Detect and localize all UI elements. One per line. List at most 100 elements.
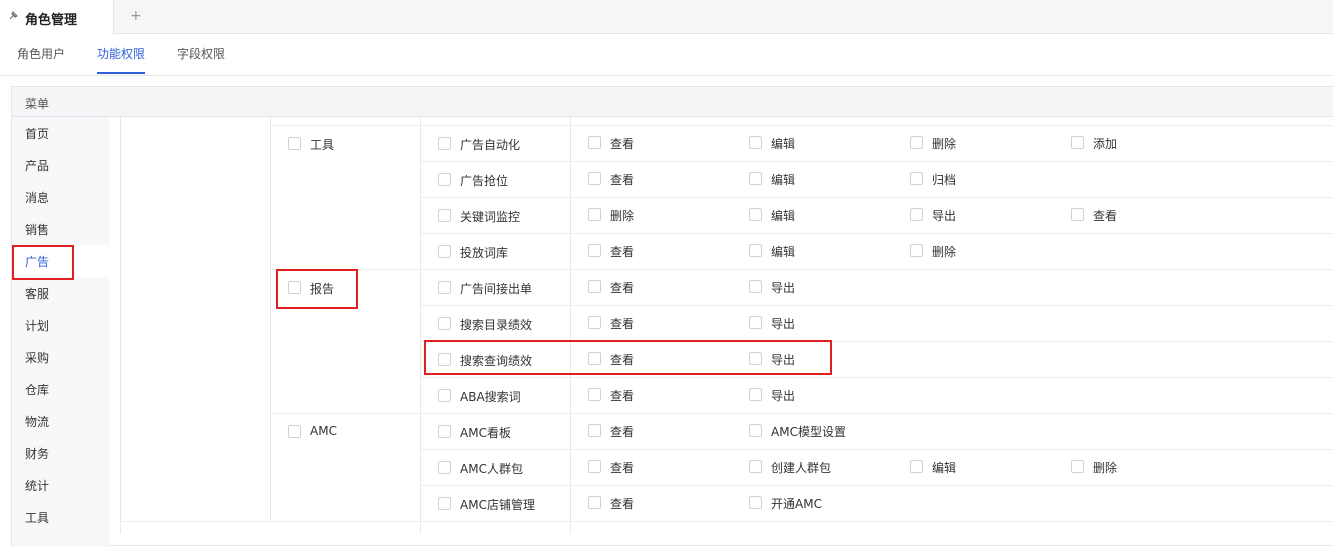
active-tab-underline [97,72,145,74]
permission-checkbox[interactable] [749,388,762,401]
row-divider [420,449,1333,450]
row-divider [270,269,1333,270]
page-label: AMC人群包 [460,462,523,476]
menu-item-label: 统计 [25,479,50,493]
page-checkbox[interactable] [438,173,451,186]
highlight-box [276,269,358,309]
row-divider [420,305,1333,306]
permission-checkbox[interactable] [588,460,601,473]
tab-field-permissions[interactable]: 字段权限 [177,45,225,62]
add-tab-button[interactable]: + [130,8,142,24]
permission-checkbox[interactable] [749,316,762,329]
permission-checkbox[interactable] [588,208,601,221]
permission-label: 查看 [610,425,635,439]
menu-item-label: 物流 [25,415,50,429]
tab-role-users[interactable]: 角色用户 [17,45,65,62]
menu-item-label: 计划 [25,319,50,333]
page-checkbox[interactable] [438,281,451,294]
menu-item[interactable]: 工具 [12,501,110,533]
group-checkbox[interactable] [288,137,301,150]
menu-item-label: 仓库 [25,383,50,397]
page-checkbox[interactable] [438,497,451,510]
page-checkbox[interactable] [438,425,451,438]
permission-checkbox[interactable] [749,496,762,509]
permission-checkbox[interactable] [749,208,762,221]
permission-checkbox[interactable] [588,388,601,401]
menu-item-label: 采购 [25,351,50,365]
page-checkbox[interactable] [438,209,451,222]
permission-checkbox[interactable] [910,460,923,473]
page-checkbox[interactable] [438,317,451,330]
group-label: AMC [310,424,337,438]
menu-list: 首页 产品 消息 销售 广告 客服 计划 采购 仓库 物流 财务 统计 工具 [12,117,110,547]
tab-role-management[interactable]: 角色管理 [0,0,114,34]
menu-item[interactable]: 财务 [12,437,110,469]
permission-checkbox[interactable] [910,208,923,221]
page-label: AMC看板 [460,426,511,440]
permission-label: 查看 [1093,209,1118,223]
permission-label: 查看 [610,173,635,187]
page-checkbox[interactable] [438,389,451,402]
grid-divider [420,117,421,534]
permission-label: 导出 [771,317,796,331]
menu-item-label: 工具 [25,511,50,525]
row-divider [270,413,1333,414]
row-divider [120,521,1333,522]
menu-item-label: 客服 [25,287,50,301]
permission-checkbox[interactable] [749,136,762,149]
sub-tabs: 角色用户 功能权限 字段权限 [0,34,1333,76]
menu-item[interactable]: 物流 [12,405,110,437]
menu-item[interactable]: 采购 [12,341,110,373]
page-checkbox[interactable] [438,461,451,474]
permission-checkbox[interactable] [588,424,601,437]
permission-label: 开通AMC [771,497,822,511]
page-label: ABA搜索词 [460,390,521,404]
tab-bar: 角色管理 + [0,0,1333,34]
permission-label: 创建人群包 [771,461,832,475]
permission-label: 查看 [610,137,635,151]
page-label: 广告自动化 [460,138,521,152]
group-checkbox[interactable] [288,425,301,438]
row-divider [420,485,1333,486]
permission-checkbox[interactable] [749,244,762,257]
permission-checkbox[interactable] [749,460,762,473]
permission-checkbox[interactable] [588,316,601,329]
permission-checkbox[interactable] [910,172,923,185]
permission-checkbox[interactable] [588,244,601,257]
row-divider [420,233,1333,234]
permission-checkbox[interactable] [588,136,601,149]
menu-item[interactable]: 仓库 [12,373,110,405]
row-divider [420,377,1333,378]
permission-checkbox[interactable] [588,496,601,509]
permission-checkbox[interactable] [1071,208,1084,221]
menu-item[interactable]: 客服 [12,277,110,309]
grid-divider [570,117,571,534]
permission-checkbox[interactable] [1071,136,1084,149]
page-checkbox[interactable] [438,137,451,150]
menu-item[interactable]: 统计 [12,469,110,501]
menu-item[interactable]: 产品 [12,149,110,181]
grid-divider [270,125,1333,126]
permission-label: 编辑 [771,173,796,187]
permission-checkbox[interactable] [749,424,762,437]
permission-checkbox[interactable] [588,172,601,185]
tab-title: 角色管理 [25,13,78,28]
permission-label: 添加 [1093,137,1118,151]
permission-checkbox[interactable] [749,280,762,293]
menu-item-label: 财务 [25,447,50,461]
tab-function-permissions[interactable]: 功能权限 [97,45,145,62]
menu-item[interactable]: 计划 [12,309,110,341]
menu-item[interactable]: 首页 [12,117,110,149]
menu-header-label: 菜单 [25,97,50,111]
permission-panel: 菜单 首页 产品 消息 销售 广告 客服 计划 采购 仓库 物流 财务 统计 工具 [11,86,1333,547]
permission-checkbox[interactable] [588,280,601,293]
menu-item[interactable]: 消息 [12,181,110,213]
permission-checkbox[interactable] [749,172,762,185]
permission-checkbox[interactable] [1071,460,1084,473]
page-checkbox[interactable] [438,245,451,258]
permission-label: 删除 [610,209,635,223]
menu-item[interactable]: 销售 [12,213,110,245]
permission-checkbox[interactable] [910,244,923,257]
permission-label: 导出 [771,281,796,295]
permission-checkbox[interactable] [910,136,923,149]
